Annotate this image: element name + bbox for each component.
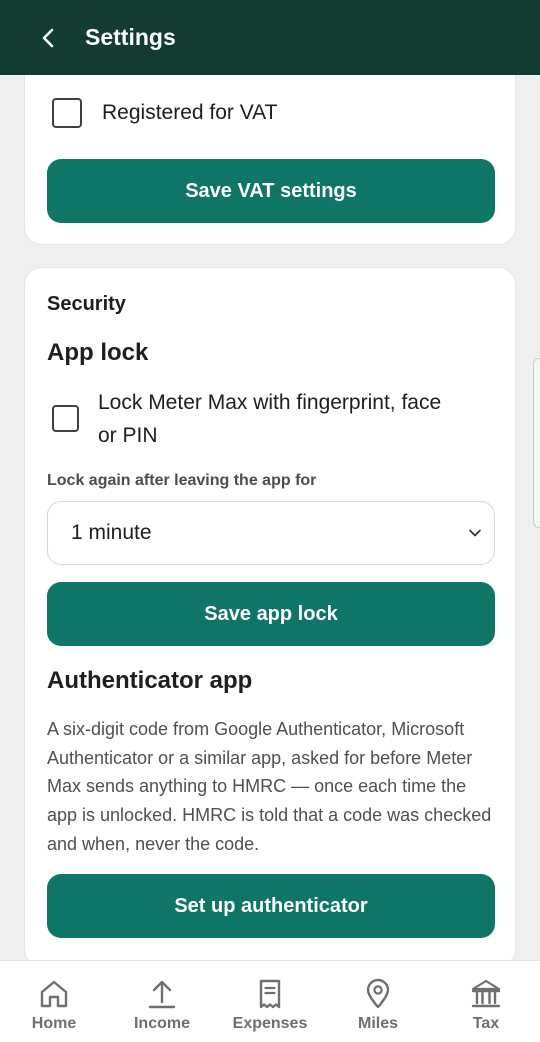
nav-label-income: Income xyxy=(133,1015,190,1032)
authenticator-description: A six-digit code from Google Authenticat… xyxy=(47,719,492,854)
lock-timeout-label: Lock again after leaving the app for xyxy=(47,472,317,489)
chevron-left-icon xyxy=(42,28,54,47)
app-lock-checkbox[interactable] xyxy=(52,405,79,432)
authenticator-heading: Authenticator app xyxy=(47,667,253,694)
app-bar: Settings xyxy=(0,0,540,75)
security-card: Security App lock Lock Meter Max with fi… xyxy=(24,267,516,960)
vat-registered-checkbox[interactable] xyxy=(52,98,82,128)
nav-item-expenses[interactable]: Expenses xyxy=(216,961,324,1042)
bottom-nav: Home Income Expenses Miles Tax xyxy=(0,960,540,1042)
scrollbar[interactable] xyxy=(533,358,540,528)
lock-timeout-value: 1 minute xyxy=(71,521,152,544)
app-lock-label-line1: Lock Meter Max with fingerprint, face xyxy=(98,391,442,414)
receipt-icon xyxy=(259,979,281,1009)
nav-item-income[interactable]: Income xyxy=(108,961,216,1042)
app-lock-checkbox-row[interactable]: Lock Meter Max with fingerprint, face or… xyxy=(52,386,441,452)
nav-item-tax[interactable]: Tax xyxy=(432,961,540,1042)
bank-icon xyxy=(471,979,501,1008)
set-up-authenticator-button[interactable]: Set up authenticator xyxy=(47,874,495,938)
back-button[interactable] xyxy=(27,16,71,60)
vat-checkbox-row[interactable]: Registered for VAT xyxy=(52,98,277,129)
page-title: Settings xyxy=(85,24,176,50)
nav-item-home[interactable]: Home xyxy=(0,961,108,1042)
nav-label-miles: Miles xyxy=(357,1015,398,1032)
save-app-lock-button[interactable]: Save app lock xyxy=(47,582,495,646)
chevron-down-icon xyxy=(469,529,481,537)
vat-card: Registered for VAT Save VAT settings xyxy=(24,75,516,245)
app-lock-checkbox-label: Lock Meter Max with fingerprint, face or… xyxy=(98,386,441,452)
upload-icon xyxy=(148,980,176,1009)
app-lock-heading: App lock xyxy=(47,339,149,366)
lock-timeout-select[interactable]: 1 minute xyxy=(47,501,495,565)
app-lock-label-line2: or PIN xyxy=(98,424,158,447)
settings-scroll-area[interactable]: Registered for VAT Save VAT settings Sec… xyxy=(0,75,540,960)
nav-label-tax: Tax xyxy=(472,1015,500,1032)
location-pin-icon xyxy=(366,978,390,1009)
security-section-label: Security xyxy=(47,293,126,315)
nav-item-miles[interactable]: Miles xyxy=(324,961,432,1042)
home-icon xyxy=(40,980,68,1008)
save-vat-settings-button[interactable]: Save VAT settings xyxy=(47,159,495,223)
nav-label-expenses: Expenses xyxy=(232,1015,308,1032)
vat-registered-label: Registered for VAT xyxy=(102,101,278,124)
nav-label-home: Home xyxy=(31,1015,77,1032)
